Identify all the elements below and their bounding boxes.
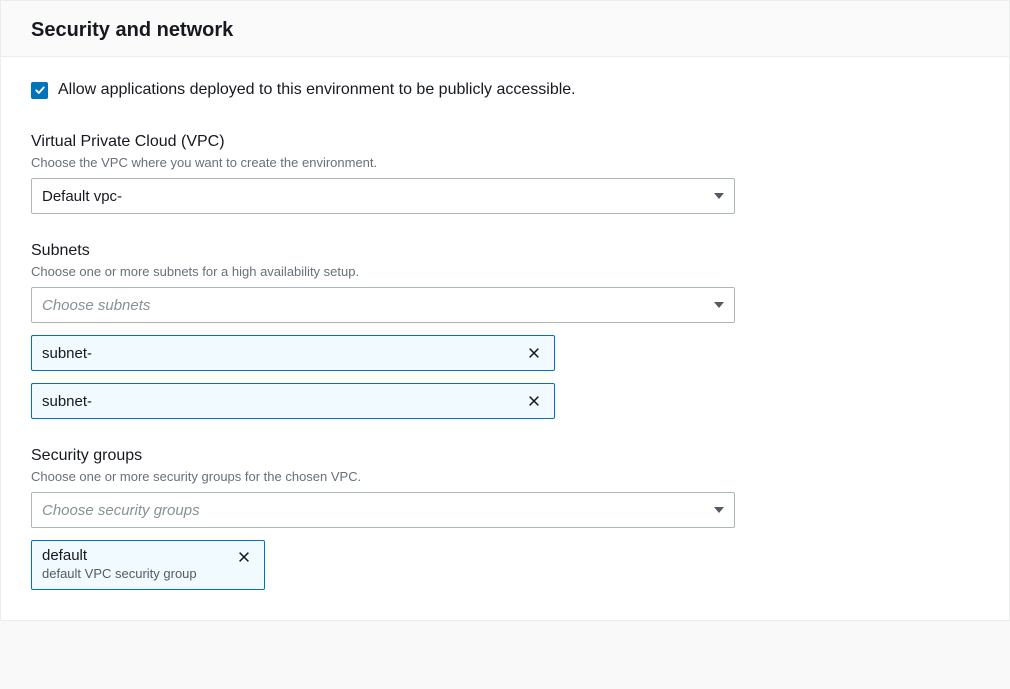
checkmark-icon xyxy=(34,84,46,96)
vpc-help: Choose the VPC where you want to create … xyxy=(31,155,979,170)
subnets-select[interactable]: Choose subnets xyxy=(31,287,735,323)
vpc-label: Virtual Private Cloud (VPC) xyxy=(31,133,979,151)
subnet-tag-label: subnet- xyxy=(42,393,92,410)
public-access-label: Allow applications deployed to this envi… xyxy=(58,81,576,99)
security-groups-label: Security groups xyxy=(31,447,979,465)
vpc-select-value: Default vpc- xyxy=(42,188,122,205)
security-network-panel: Security and network Allow applications … xyxy=(0,0,1010,621)
security-groups-field: Security groups Choose one or more secur… xyxy=(31,447,979,590)
security-groups-tags: default default VPC security group xyxy=(31,540,979,590)
security-groups-placeholder: Choose security groups xyxy=(42,502,200,519)
caret-down-icon xyxy=(714,507,724,513)
security-group-tag-remove[interactable] xyxy=(234,547,254,567)
vpc-field: Virtual Private Cloud (VPC) Choose the V… xyxy=(31,133,979,214)
close-icon xyxy=(237,550,251,564)
security-group-tag-name: default xyxy=(42,547,197,564)
panel-title: Security and network xyxy=(31,19,979,42)
caret-down-icon xyxy=(714,302,724,308)
subnets-field: Subnets Choose one or more subnets for a… xyxy=(31,242,979,419)
close-icon xyxy=(527,346,541,360)
subnet-tag-label: subnet- xyxy=(42,345,92,362)
subnet-tag-remove[interactable] xyxy=(524,343,544,363)
subnets-help: Choose one or more subnets for a high av… xyxy=(31,264,979,279)
caret-down-icon xyxy=(714,193,724,199)
panel-header: Security and network xyxy=(1,1,1009,57)
subnets-label: Subnets xyxy=(31,242,979,260)
security-group-tag-description: default VPC security group xyxy=(42,566,197,581)
subnets-tags: subnet- subnet- xyxy=(31,335,979,419)
subnet-tag: subnet- xyxy=(31,335,555,371)
public-access-row: Allow applications deployed to this envi… xyxy=(31,81,979,99)
close-icon xyxy=(527,394,541,408)
subnets-placeholder: Choose subnets xyxy=(42,297,150,314)
vpc-select[interactable]: Default vpc- xyxy=(31,178,735,214)
subnet-tag-remove[interactable] xyxy=(524,391,544,411)
public-access-checkbox[interactable] xyxy=(31,82,48,99)
panel-body: Allow applications deployed to this envi… xyxy=(1,57,1009,620)
security-group-tag: default default VPC security group xyxy=(31,540,265,590)
subnet-tag: subnet- xyxy=(31,383,555,419)
security-groups-select[interactable]: Choose security groups xyxy=(31,492,735,528)
security-group-tag-content: default default VPC security group xyxy=(42,547,197,581)
security-groups-help: Choose one or more security groups for t… xyxy=(31,469,979,484)
